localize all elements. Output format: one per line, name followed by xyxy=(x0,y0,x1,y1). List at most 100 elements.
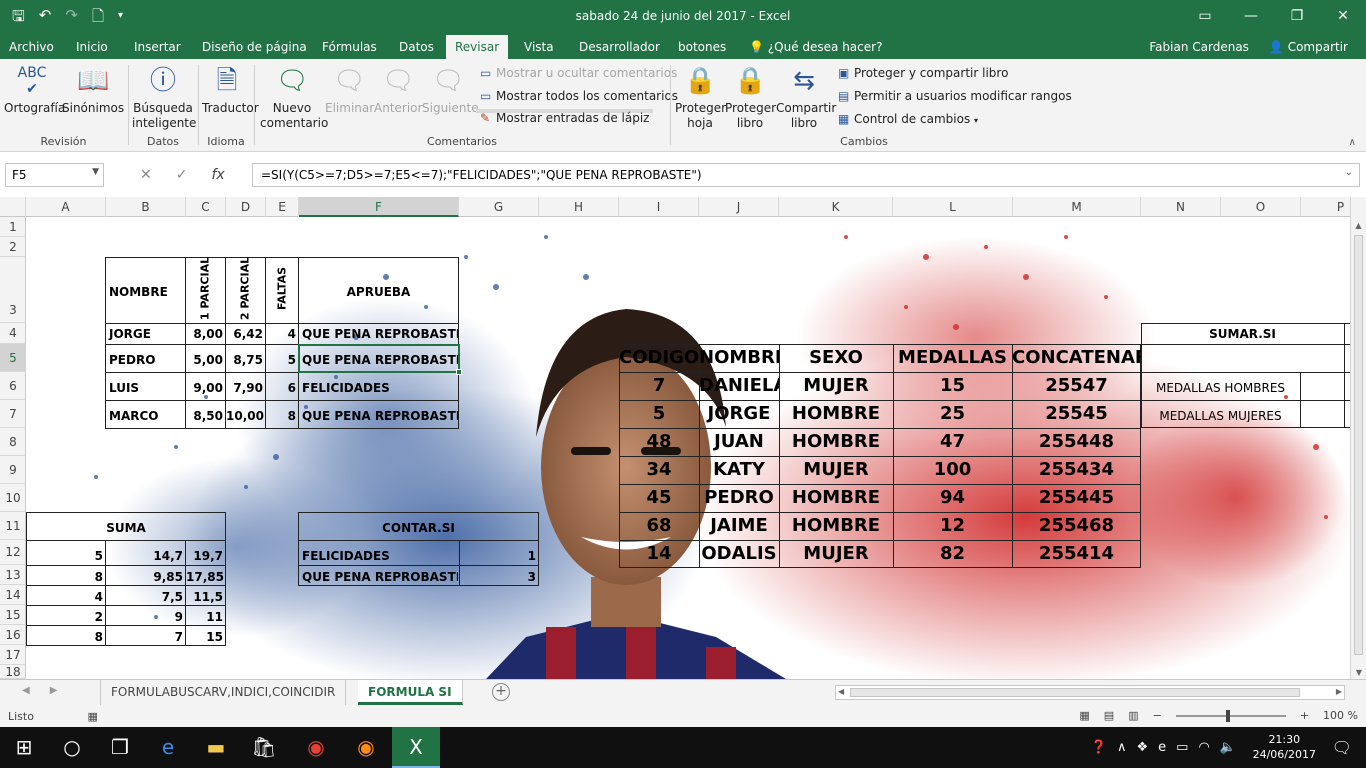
cell-concatenar[interactable]: 25547 xyxy=(1012,377,1141,395)
new-comment-button[interactable]: 🗨 Nuevo comentario xyxy=(260,65,328,131)
cell-p2[interactable]: 6,42 xyxy=(226,328,265,340)
cell-aprueba[interactable]: FELICIDADES xyxy=(299,382,458,394)
edge-browser-icon[interactable]: e xyxy=(144,727,192,768)
contar-label[interactable]: FELICIDADES xyxy=(299,550,458,562)
suma-cell[interactable]: 8 xyxy=(26,631,105,643)
cell-nombre[interactable]: ODALIS xyxy=(699,545,779,563)
cell-medallas[interactable]: 100 xyxy=(893,461,1012,479)
edge-tray-icon[interactable]: e xyxy=(1158,740,1166,755)
volume-icon[interactable]: 🔈 xyxy=(1220,740,1236,755)
macro-record-icon[interactable]: ▦ xyxy=(87,710,97,723)
cell-sexo[interactable]: HOMBRE xyxy=(779,517,893,535)
suma-cell[interactable]: 17,85 xyxy=(186,571,225,583)
contar-value[interactable]: 1 xyxy=(460,550,538,562)
show-ink-button[interactable]: ✎ Mostrar entradas de lápiz xyxy=(476,109,654,125)
tab-inicio[interactable]: Inicio xyxy=(67,35,117,59)
cell-nombre[interactable]: MARCO xyxy=(106,410,184,422)
worksheet-grid[interactable]: A B C D E F G H I J K L M N O P 1 2 3 4 … xyxy=(0,197,1366,679)
show-hidden-icons[interactable]: ∧ xyxy=(1117,740,1127,755)
next-comment-button[interactable]: 🗨 Siguiente xyxy=(422,65,479,116)
formula-input[interactable]: =SI(Y(C5>=7;D5>=7;E5<=7);"FELICIDADES";"… xyxy=(252,163,1360,187)
smart-lookup-button[interactable]: ⓘ Búsqueda inteligente xyxy=(132,65,196,131)
ribbon-display-options-icon[interactable]: ▭ xyxy=(1182,0,1228,32)
allow-edit-ranges-button[interactable]: ▤ Permitir a usuarios modificar rangos xyxy=(838,89,1072,103)
cell-concatenar[interactable]: 255468 xyxy=(1012,517,1141,535)
tab-archivo[interactable]: Archivo xyxy=(0,35,63,59)
tab-formulas[interactable]: Fórmulas xyxy=(313,35,386,59)
share-button[interactable]: 👤 Compartir xyxy=(1269,35,1348,59)
tell-me-box[interactable]: 💡 ¿Qué desea hacer? xyxy=(740,35,891,59)
col-header-d[interactable]: D xyxy=(226,197,266,217)
suma-cell[interactable]: 14,7 xyxy=(106,550,185,562)
suma-cell[interactable]: 2 xyxy=(26,611,105,623)
windows-start-icon[interactable]: ⊞ xyxy=(0,727,48,768)
user-name[interactable]: Fabian Cardenas xyxy=(1149,35,1249,59)
collapse-ribbon-icon[interactable]: ∧ xyxy=(1349,137,1356,148)
medallas-mujeres-label[interactable]: MEDALLAS MUJERES xyxy=(1141,410,1300,422)
cell-nombre[interactable]: JORGE xyxy=(106,328,184,340)
cell-faltas[interactable]: 8 xyxy=(266,410,298,422)
cell-medallas[interactable]: 47 xyxy=(893,433,1012,451)
fill-handle[interactable] xyxy=(456,369,462,375)
cell-concatenar[interactable]: 255434 xyxy=(1012,461,1141,479)
tab-botones[interactable]: botones xyxy=(669,35,735,59)
insert-function-icon[interactable]: fx xyxy=(211,167,224,183)
cell-p1[interactable]: 9,00 xyxy=(186,382,225,394)
row-header[interactable]: 14 xyxy=(0,585,26,605)
row-header[interactable]: 4 xyxy=(0,323,26,344)
protect-sheet-button[interactable]: 🔒 Proteger hoja xyxy=(675,65,726,131)
cell-sexo[interactable]: HOMBRE xyxy=(779,433,893,451)
chrome-icon[interactable]: ◉ xyxy=(292,727,340,768)
row-header[interactable]: 8 xyxy=(0,428,26,456)
row-header[interactable]: 1 xyxy=(0,217,26,237)
cell-faltas[interactable]: 4 xyxy=(266,328,298,340)
cell-codigo[interactable]: 5 xyxy=(619,405,699,423)
battery-icon[interactable]: ▭ xyxy=(1176,740,1188,755)
cortana-search-icon[interactable]: ○ xyxy=(48,727,96,768)
track-changes-button[interactable]: ▦ Control de cambios ▾ xyxy=(838,112,978,126)
suma-cell[interactable]: 4 xyxy=(26,591,105,603)
cell-p2[interactable]: 8,75 xyxy=(226,354,265,366)
row-header[interactable]: 3 xyxy=(0,257,26,323)
tab-revisar[interactable]: Revisar xyxy=(446,35,509,59)
wifi-icon[interactable]: ◠ xyxy=(1198,740,1209,755)
sheet-tab-formulabuscarv[interactable]: FORMULABUSCARV,INDICI,COINCIDIR xyxy=(100,680,347,705)
cell-concatenar[interactable]: 255445 xyxy=(1012,489,1141,507)
cell-nombre[interactable]: KATY xyxy=(699,461,779,479)
col-header-e[interactable]: E xyxy=(266,197,299,217)
col-header-l[interactable]: L xyxy=(893,197,1013,217)
cell-codigo[interactable]: 68 xyxy=(619,517,699,535)
contar-label[interactable]: QUE PENA REPROBASTE xyxy=(299,571,458,583)
suma-cell[interactable]: 11 xyxy=(186,611,225,623)
col-header-n[interactable]: N xyxy=(1141,197,1221,217)
store-icon[interactable]: 🛍 xyxy=(240,727,288,768)
enter-icon[interactable]: ✓ xyxy=(176,167,188,183)
suma-cell[interactable]: 8 xyxy=(26,571,105,583)
page-layout-view-icon[interactable]: ▤ xyxy=(1104,709,1114,722)
zoom-in-icon[interactable]: + xyxy=(1300,709,1309,722)
cell-codigo[interactable]: 7 xyxy=(619,377,699,395)
file-explorer-icon[interactable]: ▬ xyxy=(192,727,240,768)
spelling-button[interactable]: ABC ✔ Ortografía xyxy=(4,65,65,116)
tab-desarrollador[interactable]: Desarrollador xyxy=(570,35,669,59)
delete-comment-button[interactable]: 🗨 Eliminar xyxy=(325,65,374,116)
share-workbook-button[interactable]: ⇆ Compartir libro xyxy=(776,65,836,131)
cell-sexo[interactable]: MUJER xyxy=(779,545,893,563)
col-header-j[interactable]: J xyxy=(699,197,779,217)
cell-faltas[interactable]: 6 xyxy=(266,382,298,394)
col-header-a[interactable]: A xyxy=(26,197,106,217)
suma-cell[interactable]: 7,5 xyxy=(106,591,185,603)
next-sheet-icon[interactable]: ▶ xyxy=(50,685,58,696)
protect-share-button[interactable]: ▣ Proteger y compartir libro xyxy=(838,66,1008,80)
cell-nombre[interactable]: JORGE xyxy=(699,405,779,423)
cell-codigo[interactable]: 14 xyxy=(619,545,699,563)
firefox-icon[interactable]: ◉ xyxy=(342,727,390,768)
suma-cell[interactable]: 9 xyxy=(106,611,185,623)
row-header[interactable]: 12 xyxy=(0,540,26,565)
scroll-up-icon[interactable]: ▲ xyxy=(1351,221,1366,230)
cell-p2[interactable]: 7,90 xyxy=(226,382,265,394)
scroll-left-icon[interactable]: ◀ xyxy=(838,687,844,696)
row-header[interactable]: 2 xyxy=(0,237,26,257)
help-icon[interactable]: ❓ xyxy=(1091,740,1107,755)
cell-nombre[interactable]: JUAN xyxy=(699,433,779,451)
